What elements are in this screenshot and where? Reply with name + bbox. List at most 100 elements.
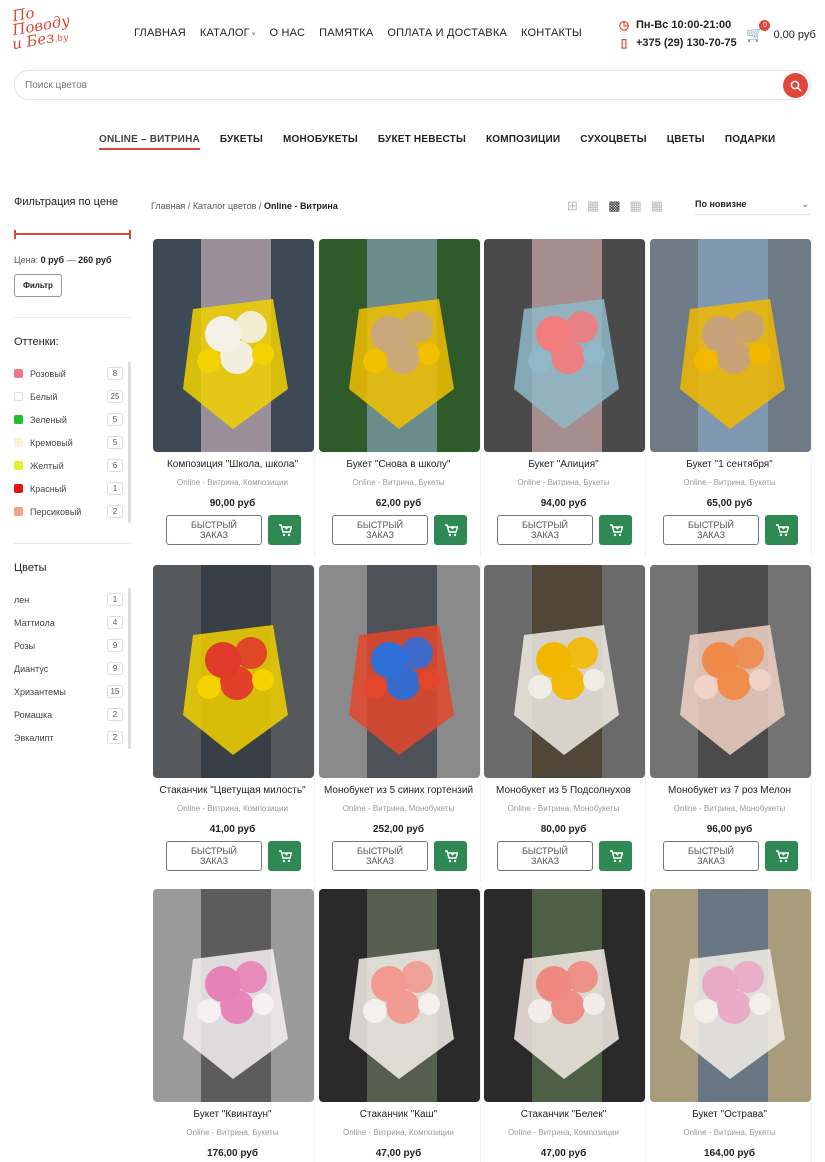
product-title[interactable]: Букет "Алиция" bbox=[481, 459, 646, 470]
product-title[interactable]: Букет "1 сентября" bbox=[647, 459, 812, 470]
product-image[interactable] bbox=[650, 889, 811, 1102]
filter-option[interactable]: Маттиола 4 bbox=[14, 611, 131, 634]
cat-compositions[interactable]: КОМПОЗИЦИИ bbox=[486, 134, 560, 150]
cat-monobouquets[interactable]: МОНОБУКЕТЫ bbox=[283, 134, 358, 150]
product-categories[interactable]: Online - Витрина, Композиции bbox=[150, 478, 315, 487]
quick-order-button[interactable]: БЫСТРЫЙ ЗАКАЗ bbox=[663, 841, 759, 871]
price-range-slider[interactable] bbox=[14, 230, 131, 239]
nav-memo[interactable]: ПАМЯТКА bbox=[319, 27, 373, 39]
product-image[interactable] bbox=[319, 239, 480, 452]
product-categories[interactable]: Online - Витрина, Композиции bbox=[481, 1128, 646, 1137]
nav-payment-delivery[interactable]: ОПЛАТА И ДОСТАВКА bbox=[387, 27, 507, 39]
quick-order-button[interactable]: БЫСТРЫЙ ЗАКАЗ bbox=[497, 841, 593, 871]
add-to-cart-button[interactable] bbox=[765, 841, 798, 871]
product-title[interactable]: Композиция "Школа, школа" bbox=[150, 459, 315, 470]
add-to-cart-button[interactable] bbox=[268, 841, 301, 871]
filter-option[interactable]: Хризантемы 15 bbox=[14, 680, 131, 703]
product-image[interactable] bbox=[319, 565, 480, 778]
product-categories[interactable]: Online - Витрина, Букеты bbox=[316, 478, 481, 487]
quick-order-button[interactable]: БЫСТРЫЙ ЗАКАЗ bbox=[497, 515, 593, 545]
product-image[interactable] bbox=[153, 889, 314, 1102]
filter-option[interactable]: Кремовый 5 bbox=[14, 431, 131, 454]
product-title[interactable]: Стаканчик "Каш" bbox=[316, 1109, 481, 1120]
phone-text[interactable]: +375 (29) 130-70-75 bbox=[636, 37, 737, 49]
filter-option[interactable]: лен 1 bbox=[14, 588, 131, 611]
product-image[interactable] bbox=[650, 565, 811, 778]
product-categories[interactable]: Online - Витрина, Букеты bbox=[647, 1128, 812, 1137]
grid-4-icon[interactable]: ▩ bbox=[608, 199, 620, 212]
product-title[interactable]: Монобукет из 5 синих гортензий bbox=[316, 785, 481, 796]
product-image[interactable] bbox=[484, 565, 645, 778]
product-image[interactable] bbox=[153, 565, 314, 778]
search-button[interactable] bbox=[783, 73, 808, 98]
product-categories[interactable]: Online - Витрина, Монобукеты bbox=[647, 804, 812, 813]
nav-about[interactable]: О НАС bbox=[270, 27, 306, 39]
product-categories[interactable]: Online - Витрина, Монобукеты bbox=[481, 804, 646, 813]
product-title[interactable]: Стаканчик "Белек" bbox=[481, 1109, 646, 1120]
filter-option[interactable]: Ромашка 2 bbox=[14, 703, 131, 726]
site-logo[interactable]: По Поводу и Без.by bbox=[11, 4, 74, 62]
search-input[interactable] bbox=[15, 71, 755, 99]
quick-order-button[interactable]: БЫСТРЫЙ ЗАКАЗ bbox=[166, 515, 262, 545]
quick-order-button[interactable]: БЫСТРЫЙ ЗАКАЗ bbox=[663, 515, 759, 545]
grid-6-icon[interactable]: ▦ bbox=[651, 199, 663, 212]
product-image[interactable] bbox=[153, 239, 314, 452]
nav-contacts[interactable]: КОНТАКТЫ bbox=[521, 27, 582, 39]
cat-online-showcase[interactable]: ONLINE – ВИТРИНА bbox=[99, 134, 200, 150]
filter-option[interactable]: Белый 25 bbox=[14, 385, 131, 408]
quick-order-button[interactable]: БЫСТРЫЙ ЗАКАЗ bbox=[332, 841, 428, 871]
filter-option[interactable]: Диантус 9 bbox=[14, 657, 131, 680]
filter-option[interactable]: Розы 9 bbox=[14, 634, 131, 657]
product-categories[interactable]: Online - Витрина, Композиции bbox=[150, 804, 315, 813]
product-title[interactable]: Букет "Снова в школу" bbox=[316, 459, 481, 470]
nav-catalog[interactable]: КАТАЛОГ ▾ bbox=[200, 27, 256, 39]
sort-select[interactable]: По новизне ⌄ bbox=[695, 199, 811, 215]
price-max-handle[interactable] bbox=[129, 230, 131, 239]
cat-bridal[interactable]: БУКЕТ НЕВЕСТЫ bbox=[378, 134, 466, 150]
filter-option[interactable]: Желтый 6 bbox=[14, 454, 131, 477]
product-image[interactable] bbox=[319, 889, 480, 1102]
filter-option[interactable]: Красный 1 bbox=[14, 477, 131, 500]
nav-home[interactable]: ГЛАВНАЯ bbox=[134, 27, 186, 39]
add-to-cart-button[interactable] bbox=[434, 515, 467, 545]
product-image[interactable] bbox=[484, 889, 645, 1102]
breadcrumb-catalog[interactable]: Каталог цветов bbox=[193, 201, 257, 211]
add-to-cart-button[interactable] bbox=[599, 841, 632, 871]
add-to-cart-button[interactable] bbox=[765, 515, 798, 545]
price-min-handle[interactable] bbox=[14, 230, 16, 239]
phone[interactable]: ▯ +375 (29) 130-70-75 bbox=[618, 34, 737, 52]
filter-button[interactable]: Фильтр bbox=[14, 274, 62, 297]
product-categories[interactable]: Online - Витрина, Композиции bbox=[316, 1128, 481, 1137]
cart-button[interactable]: 🛒 0 0,00 руб bbox=[746, 20, 816, 43]
product-image[interactable] bbox=[484, 239, 645, 452]
list-scrollbar[interactable] bbox=[128, 588, 131, 749]
product-title[interactable]: Букет "Острава" bbox=[647, 1109, 812, 1120]
quick-order-button[interactable]: БЫСТРЫЙ ЗАКАЗ bbox=[166, 841, 262, 871]
add-to-cart-button[interactable] bbox=[599, 515, 632, 545]
filter-option[interactable]: Зеленый 5 bbox=[14, 408, 131, 431]
product-image[interactable] bbox=[650, 239, 811, 452]
grid-5-icon[interactable]: ▦ bbox=[630, 199, 642, 212]
product-categories[interactable]: Online - Витрина, Букеты bbox=[647, 478, 812, 487]
add-to-cart-button[interactable] bbox=[434, 841, 467, 871]
filter-option[interactable]: Персиковый 2 bbox=[14, 500, 131, 523]
list-scrollbar[interactable] bbox=[128, 362, 131, 523]
cat-bouquets[interactable]: БУКЕТЫ bbox=[220, 134, 263, 150]
product-title[interactable]: Монобукет из 7 роз Мелон bbox=[647, 785, 812, 796]
cat-dried-flowers[interactable]: СУХОЦВЕТЫ bbox=[580, 134, 646, 150]
product-categories[interactable]: Online - Витрина, Букеты bbox=[150, 1128, 315, 1137]
filter-option[interactable]: Эвкалипт 2 bbox=[14, 726, 131, 749]
filter-option[interactable]: Розовый 8 bbox=[14, 362, 131, 385]
product-title[interactable]: Букет "Квинтаун" bbox=[150, 1109, 315, 1120]
cat-flowers[interactable]: ЦВЕТЫ bbox=[667, 134, 705, 150]
product-categories[interactable]: Online - Витрина, Монобукеты bbox=[316, 804, 481, 813]
quick-order-button[interactable]: БЫСТРЫЙ ЗАКАЗ bbox=[332, 515, 428, 545]
product-categories[interactable]: Online - Витрина, Букеты bbox=[481, 478, 646, 487]
grid-3-icon[interactable]: ▦ bbox=[587, 199, 599, 212]
breadcrumb-home[interactable]: Главная bbox=[151, 201, 185, 211]
product-title[interactable]: Стаканчик "Цветущая милость" bbox=[150, 785, 315, 796]
product-title[interactable]: Монобукет из 5 Подсолнухов bbox=[481, 785, 646, 796]
grid-2-icon[interactable]: ⊞ bbox=[567, 199, 578, 212]
add-to-cart-button[interactable] bbox=[268, 515, 301, 545]
cat-gifts[interactable]: ПОДАРКИ bbox=[725, 134, 776, 150]
